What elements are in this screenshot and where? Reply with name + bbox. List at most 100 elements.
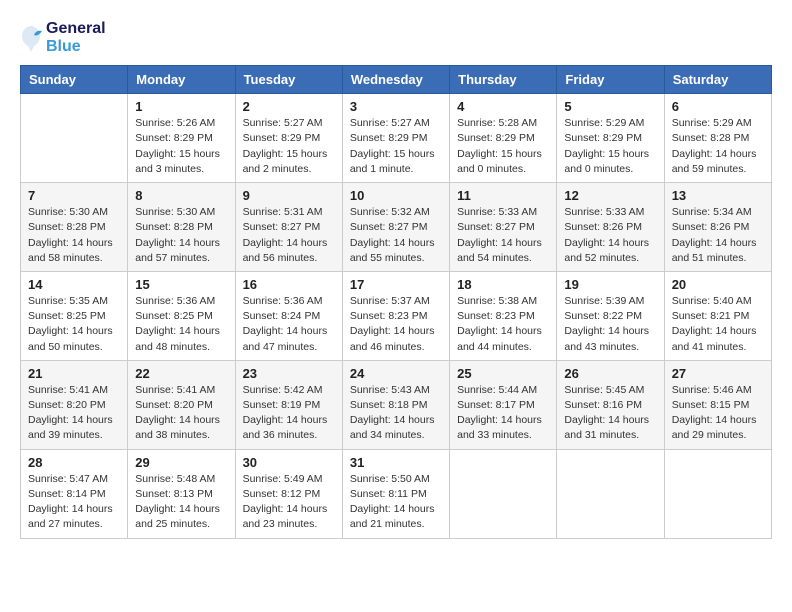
weekday-header: Monday xyxy=(128,66,235,94)
calendar-week-row: 28 Sunrise: 5:47 AM Sunset: 8:14 PM Dayli… xyxy=(21,449,772,538)
calendar-cell: 28 Sunrise: 5:47 AM Sunset: 8:14 PM Dayli… xyxy=(21,449,128,538)
logo-bird-icon xyxy=(20,24,42,52)
day-number: 21 xyxy=(28,366,120,381)
calendar-cell: 22Sunrise: 5:41 AM Sunset: 8:20 PM Dayli… xyxy=(128,360,235,449)
calendar-cell: 18 Sunrise: 5:38 AM Sunset: 8:23 PM Dayli… xyxy=(450,271,557,360)
day-info: Sunrise: 5:29 AM Sunset: 8:29 PM Dayligh… xyxy=(564,116,656,177)
day-info: Sunrise: 5:28 AM Sunset: 8:29 PM Dayligh… xyxy=(457,116,549,177)
calendar-cell: 1 Sunrise: 5:26 AM Sunset: 8:29 PM Daylig… xyxy=(128,94,235,183)
day-number: 13 xyxy=(672,188,764,203)
day-info: Sunrise: 5:40 AM Sunset: 8:21 PM Dayligh… xyxy=(672,294,764,355)
day-info: Sunrise: 5:44 AM Sunset: 8:17 PM Dayligh… xyxy=(457,383,549,444)
calendar-cell: 8Sunrise: 5:30 AM Sunset: 8:28 PM Daylig… xyxy=(128,183,235,272)
calendar-cell xyxy=(450,449,557,538)
day-number: 25 xyxy=(457,366,549,381)
day-info: Sunrise: 5:35 AM Sunset: 8:25 PM Dayligh… xyxy=(28,294,120,355)
day-number: 11 xyxy=(457,188,549,203)
calendar-cell xyxy=(664,449,771,538)
weekday-header: Sunday xyxy=(21,66,128,94)
day-info: Sunrise: 5:27 AM Sunset: 8:29 PM Dayligh… xyxy=(350,116,442,177)
calendar-cell: 13 Sunrise: 5:34 AM Sunset: 8:26 PM Dayli… xyxy=(664,183,771,272)
day-number: 2 xyxy=(243,99,335,114)
calendar-header-row: SundayMondayTuesdayWednesdayThursdayFrid… xyxy=(21,66,772,94)
day-info: Sunrise: 5:26 AM Sunset: 8:29 PM Dayligh… xyxy=(135,116,227,177)
day-number: 10 xyxy=(350,188,442,203)
calendar-cell: 3Sunrise: 5:27 AM Sunset: 8:29 PM Daylig… xyxy=(342,94,449,183)
day-info: Sunrise: 5:27 AM Sunset: 8:29 PM Dayligh… xyxy=(243,116,335,177)
calendar-table: SundayMondayTuesdayWednesdayThursdayFrid… xyxy=(20,65,772,538)
calendar-cell: 25 Sunrise: 5:44 AM Sunset: 8:17 PM Dayli… xyxy=(450,360,557,449)
calendar-cell: 27 Sunrise: 5:46 AM Sunset: 8:15 PM Dayli… xyxy=(664,360,771,449)
calendar-week-row: 1 Sunrise: 5:26 AM Sunset: 8:29 PM Daylig… xyxy=(21,94,772,183)
day-number: 5 xyxy=(564,99,656,114)
calendar-cell: 19 Sunrise: 5:39 AM Sunset: 8:22 PM Dayli… xyxy=(557,271,664,360)
day-number: 6 xyxy=(672,99,764,114)
day-info: Sunrise: 5:32 AM Sunset: 8:27 PM Dayligh… xyxy=(350,205,442,266)
calendar-cell: 5 Sunrise: 5:29 AM Sunset: 8:29 PM Daylig… xyxy=(557,94,664,183)
calendar-cell: 16 Sunrise: 5:36 AM Sunset: 8:24 PM Dayli… xyxy=(235,271,342,360)
day-number: 15 xyxy=(135,277,227,292)
day-number: 24 xyxy=(350,366,442,381)
day-info: Sunrise: 5:33 AM Sunset: 8:26 PM Dayligh… xyxy=(564,205,656,266)
day-info: Sunrise: 5:31 AM Sunset: 8:27 PM Dayligh… xyxy=(243,205,335,266)
calendar-cell: 29Sunrise: 5:48 AM Sunset: 8:13 PM Dayli… xyxy=(128,449,235,538)
day-info: Sunrise: 5:46 AM Sunset: 8:15 PM Dayligh… xyxy=(672,383,764,444)
day-number: 27 xyxy=(672,366,764,381)
day-number: 31 xyxy=(350,455,442,470)
day-number: 19 xyxy=(564,277,656,292)
day-info: Sunrise: 5:33 AM Sunset: 8:27 PM Dayligh… xyxy=(457,205,549,266)
day-info: Sunrise: 5:49 AM Sunset: 8:12 PM Dayligh… xyxy=(243,472,335,533)
logo-blue: Blue xyxy=(46,38,106,56)
day-info: Sunrise: 5:38 AM Sunset: 8:23 PM Dayligh… xyxy=(457,294,549,355)
weekday-header: Tuesday xyxy=(235,66,342,94)
day-info: Sunrise: 5:34 AM Sunset: 8:26 PM Dayligh… xyxy=(672,205,764,266)
day-number: 4 xyxy=(457,99,549,114)
day-number: 26 xyxy=(564,366,656,381)
day-number: 17 xyxy=(350,277,442,292)
calendar-cell: 12 Sunrise: 5:33 AM Sunset: 8:26 PM Dayli… xyxy=(557,183,664,272)
calendar-cell: 10 Sunrise: 5:32 AM Sunset: 8:27 PM Dayli… xyxy=(342,183,449,272)
day-info: Sunrise: 5:47 AM Sunset: 8:14 PM Dayligh… xyxy=(28,472,120,533)
calendar-cell: 6 Sunrise: 5:29 AM Sunset: 8:28 PM Daylig… xyxy=(664,94,771,183)
calendar-week-row: 21 Sunrise: 5:41 AM Sunset: 8:20 PM Dayli… xyxy=(21,360,772,449)
calendar-cell: 14Sunrise: 5:35 AM Sunset: 8:25 PM Dayli… xyxy=(21,271,128,360)
calendar-cell: 20Sunrise: 5:40 AM Sunset: 8:21 PM Dayli… xyxy=(664,271,771,360)
logo-general: General xyxy=(46,20,106,38)
day-info: Sunrise: 5:36 AM Sunset: 8:25 PM Dayligh… xyxy=(135,294,227,355)
calendar-cell: 11 Sunrise: 5:33 AM Sunset: 8:27 PM Dayli… xyxy=(450,183,557,272)
calendar-week-row: 14Sunrise: 5:35 AM Sunset: 8:25 PM Dayli… xyxy=(21,271,772,360)
day-number: 1 xyxy=(135,99,227,114)
calendar-cell: 21Sunrise: 5:41 AM Sunset: 8:20 PM Dayli… xyxy=(21,360,128,449)
page-header: General Blue xyxy=(20,20,772,55)
calendar-cell: 23Sunrise: 5:42 AM Sunset: 8:19 PM Dayli… xyxy=(235,360,342,449)
calendar-cell xyxy=(21,94,128,183)
calendar-cell: 4 Sunrise: 5:28 AM Sunset: 8:29 PM Daylig… xyxy=(450,94,557,183)
day-number: 9 xyxy=(243,188,335,203)
day-number: 8 xyxy=(135,188,227,203)
day-number: 29 xyxy=(135,455,227,470)
day-number: 7 xyxy=(28,188,120,203)
day-number: 18 xyxy=(457,277,549,292)
calendar-week-row: 7Sunrise: 5:30 AM Sunset: 8:28 PM Daylig… xyxy=(21,183,772,272)
day-number: 28 xyxy=(28,455,120,470)
day-info: Sunrise: 5:50 AM Sunset: 8:11 PM Dayligh… xyxy=(350,472,442,533)
day-info: Sunrise: 5:29 AM Sunset: 8:28 PM Dayligh… xyxy=(672,116,764,177)
calendar-cell: 2 Sunrise: 5:27 AM Sunset: 8:29 PM Daylig… xyxy=(235,94,342,183)
weekday-header: Saturday xyxy=(664,66,771,94)
weekday-header: Friday xyxy=(557,66,664,94)
calendar-cell: 31 Sunrise: 5:50 AM Sunset: 8:11 PM Dayli… xyxy=(342,449,449,538)
calendar-cell: 26Sunrise: 5:45 AM Sunset: 8:16 PM Dayli… xyxy=(557,360,664,449)
day-info: Sunrise: 5:43 AM Sunset: 8:18 PM Dayligh… xyxy=(350,383,442,444)
day-number: 16 xyxy=(243,277,335,292)
day-number: 23 xyxy=(243,366,335,381)
day-info: Sunrise: 5:41 AM Sunset: 8:20 PM Dayligh… xyxy=(135,383,227,444)
calendar-cell: 24 Sunrise: 5:43 AM Sunset: 8:18 PM Dayli… xyxy=(342,360,449,449)
day-number: 12 xyxy=(564,188,656,203)
day-number: 30 xyxy=(243,455,335,470)
day-info: Sunrise: 5:39 AM Sunset: 8:22 PM Dayligh… xyxy=(564,294,656,355)
calendar-cell: 30 Sunrise: 5:49 AM Sunset: 8:12 PM Dayli… xyxy=(235,449,342,538)
day-info: Sunrise: 5:37 AM Sunset: 8:23 PM Dayligh… xyxy=(350,294,442,355)
day-info: Sunrise: 5:36 AM Sunset: 8:24 PM Dayligh… xyxy=(243,294,335,355)
logo: General Blue xyxy=(20,20,106,55)
calendar-cell: 17 Sunrise: 5:37 AM Sunset: 8:23 PM Dayli… xyxy=(342,271,449,360)
